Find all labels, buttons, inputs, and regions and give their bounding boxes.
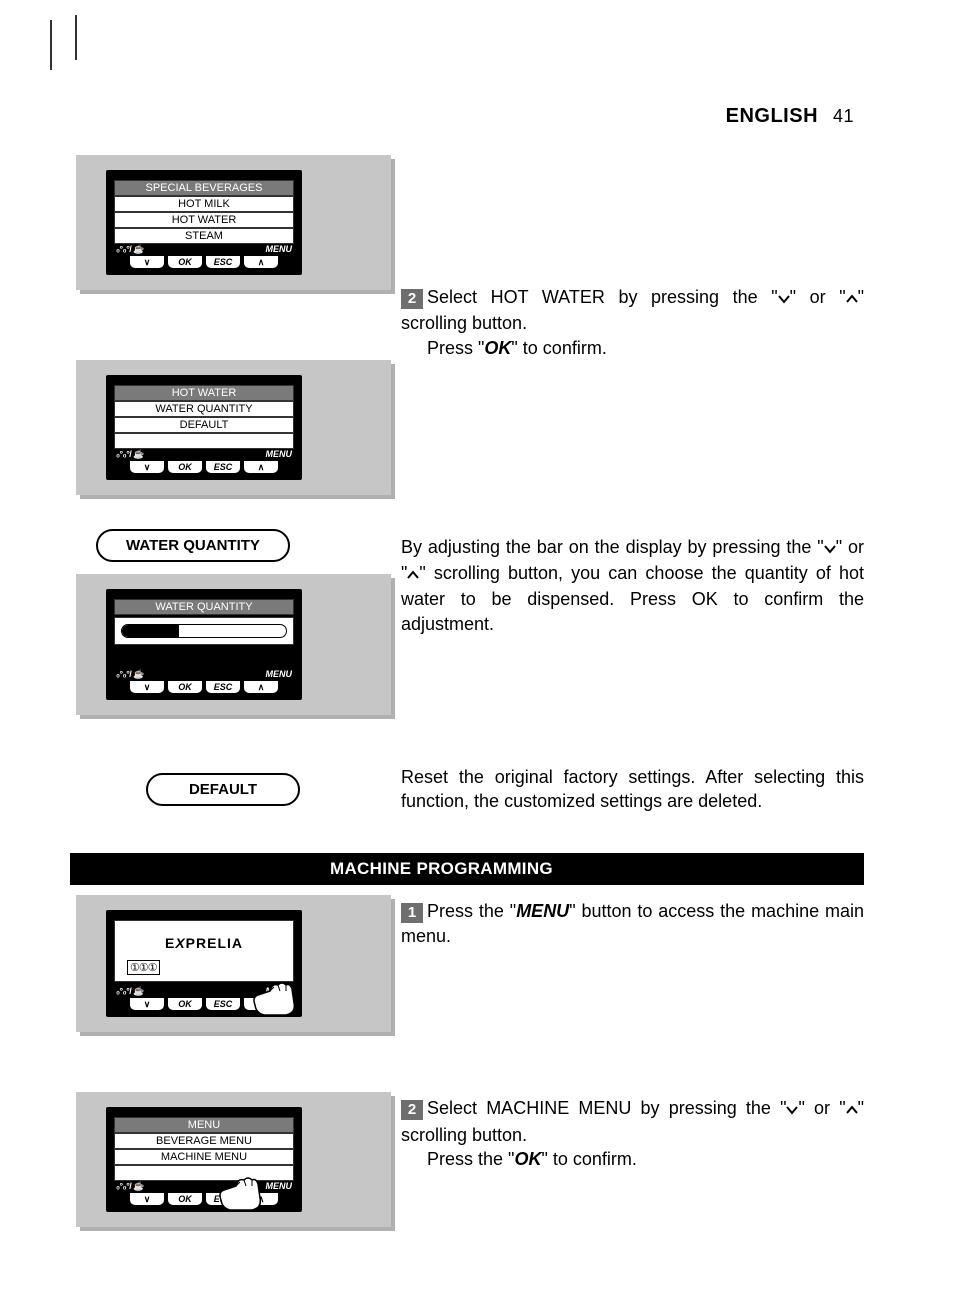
- label-water-quantity: WATER QUANTITY: [96, 529, 290, 562]
- esc-button: ESC: [205, 681, 241, 694]
- lcd-item: DEFAULT: [114, 417, 294, 433]
- up-button: ∧: [243, 681, 279, 694]
- lcd-special-beverages: SPECIAL BEVERAGES HOT MILK HOT WATER STE…: [106, 170, 302, 275]
- down-button: ∨: [129, 998, 165, 1011]
- esc-button: ESC: [205, 256, 241, 269]
- lcd-item: STEAM: [114, 228, 294, 244]
- lcd-title: HOT WATER: [114, 385, 294, 401]
- step-number: 2: [401, 289, 423, 309]
- step-number: 2: [401, 1100, 423, 1120]
- label-default: DEFAULT: [146, 773, 300, 806]
- down-button: ∨: [129, 1193, 165, 1206]
- section-heading: MACHINE PROGRAMMING: [70, 853, 864, 885]
- lcd-item: HOT WATER: [114, 212, 294, 228]
- page-header: ENGLISH 41: [726, 105, 854, 128]
- esc-button: ESC: [205, 998, 241, 1011]
- language-label: ENGLISH: [726, 105, 818, 127]
- lcd-item: MACHINE MENU: [114, 1149, 294, 1165]
- down-button: ∨: [129, 461, 165, 474]
- lcd-water-quantity: WATER QUANTITY ₀°₀°/ ☕MENU ∨ OK ESC: [106, 589, 302, 700]
- instruction-step: 1Press the "MENU" button to access the m…: [401, 899, 864, 948]
- up-arrow-icon: [846, 1098, 858, 1122]
- down-arrow-icon: [786, 1098, 798, 1122]
- down-arrow-icon: [824, 537, 836, 561]
- esc-button: ESC: [205, 461, 241, 474]
- down-button: ∨: [129, 256, 165, 269]
- up-arrow-icon: [846, 287, 858, 311]
- ok-button: OK: [167, 1193, 203, 1206]
- brand-logo: EXPRELIA: [115, 935, 293, 951]
- down-button: ∨: [129, 681, 165, 694]
- step-number: 1: [401, 903, 423, 923]
- ok-button: OK: [167, 681, 203, 694]
- lcd-hot-water: HOT WATER WATER QUANTITY DEFAULT ₀°₀°/ ☕…: [106, 375, 302, 480]
- paragraph-default: Reset the original factory settings. Aft…: [401, 765, 864, 814]
- instruction-step: 2Select MACHINE MENU by pressing the "" …: [401, 1096, 864, 1171]
- up-button: ∧: [243, 256, 279, 269]
- lcd-title: WATER QUANTITY: [114, 599, 294, 615]
- lcd-item: HOT MILK: [114, 196, 294, 212]
- coffee-strength-icon: ①①①: [127, 960, 160, 975]
- page-number: 41: [833, 106, 854, 126]
- lcd-main-screen: EXPRELIA ①①① ₀°₀°/ ☕MENU ∨ OK ESC ∧: [106, 910, 302, 1017]
- ok-button: OK: [167, 256, 203, 269]
- lcd-menu: MENU BEVERAGE MENU MACHINE MENU ₀°₀°/ ☕M…: [106, 1107, 302, 1212]
- down-arrow-icon: [778, 287, 790, 311]
- lcd-title: MENU: [114, 1117, 294, 1133]
- lcd-item: WATER QUANTITY: [114, 401, 294, 417]
- lcd-title: SPECIAL BEVERAGES: [114, 180, 294, 196]
- pointing-hand-icon: [250, 977, 300, 1017]
- pointing-hand-icon: [216, 1172, 266, 1212]
- ok-button: OK: [167, 998, 203, 1011]
- ok-button: OK: [167, 461, 203, 474]
- manual-page: ENGLISH 41 SPECIAL BEVERAGES HOT MILK HO…: [0, 0, 954, 1301]
- lcd-item: BEVERAGE MENU: [114, 1133, 294, 1149]
- up-button: ∧: [243, 461, 279, 474]
- instruction-step: 2Select HOT WATER by pressing the "" or …: [401, 285, 864, 360]
- paragraph-water-quantity: By adjusting the bar on the display by p…: [401, 535, 864, 636]
- up-arrow-icon: [407, 563, 419, 587]
- progress-bar: [121, 624, 287, 638]
